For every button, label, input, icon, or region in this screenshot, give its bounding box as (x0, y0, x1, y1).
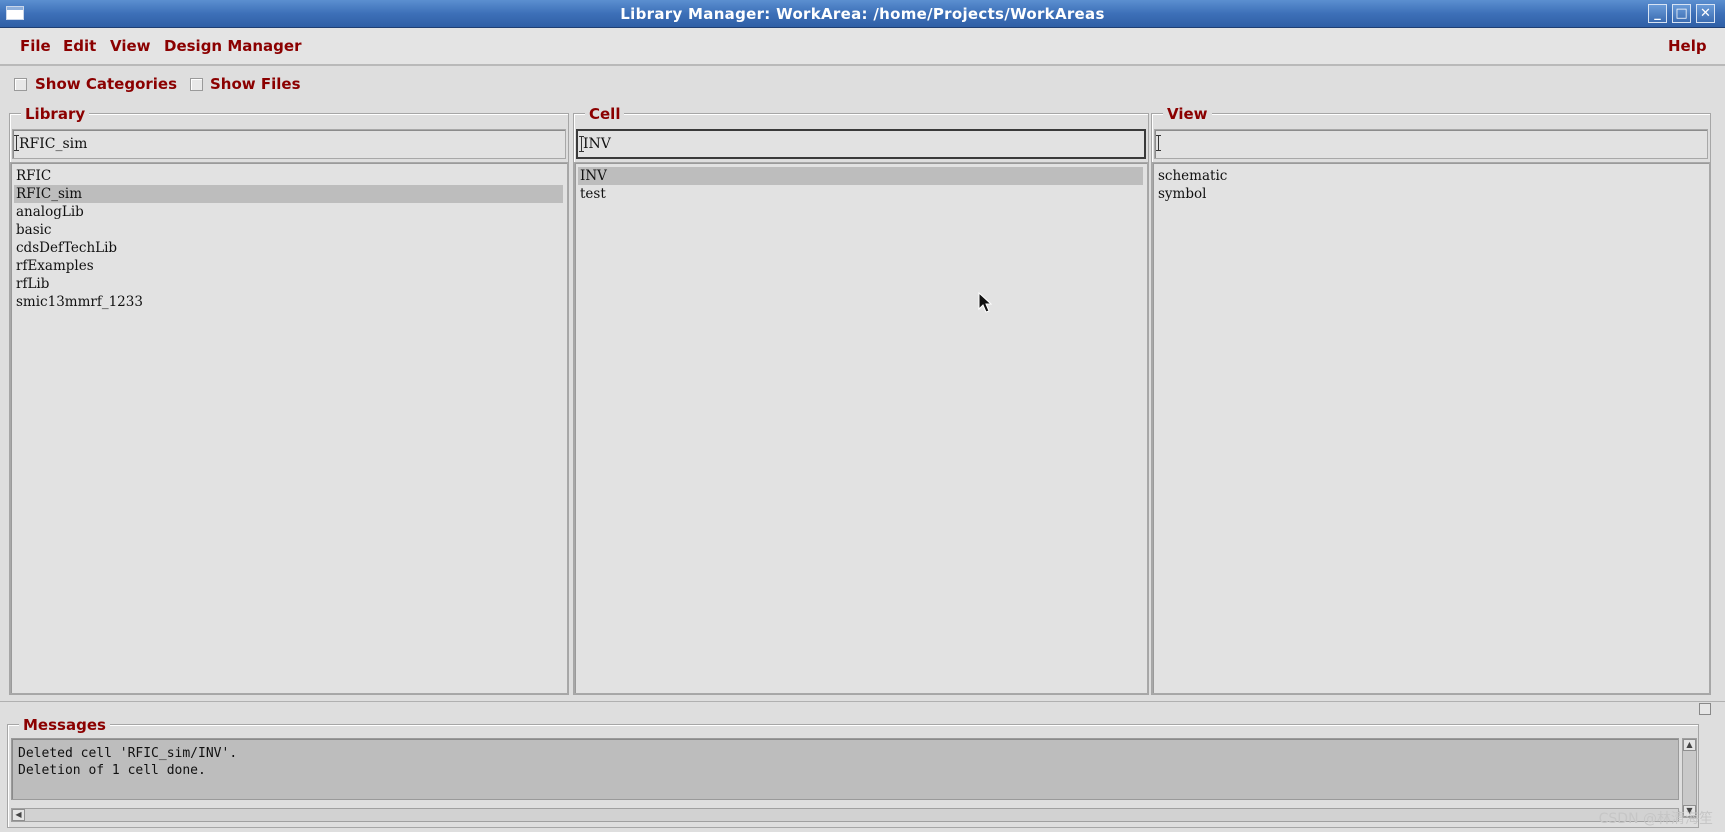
cell-pane: Cell INV INV test (573, 105, 1149, 695)
view-list-item[interactable]: symbol (1156, 185, 1705, 203)
menu-design-manager[interactable]: Design Manager (164, 37, 302, 55)
view-filter-input[interactable] (1154, 129, 1708, 159)
scroll-up-icon[interactable]: ▲ (1683, 739, 1696, 751)
view-list[interactable]: schematic symbol (1152, 162, 1710, 694)
cell-label: Cell (585, 105, 625, 123)
view-list-item[interactable]: schematic (1156, 167, 1705, 185)
library-list-item[interactable]: RFIC (14, 167, 563, 185)
text-cursor-icon (579, 136, 584, 152)
show-categories-label[interactable]: Show Categories (35, 75, 177, 93)
library-pane: Library RFIC_sim RFIC RFIC_sim analogLib ba… (9, 105, 569, 695)
menu-bar: File Edit View Design Manager Help (0, 28, 1725, 66)
scroll-left-icon[interactable]: ◀ (12, 809, 25, 821)
message-line: Deletion of 1 cell done. (18, 763, 206, 778)
messages-label: Messages (19, 716, 110, 734)
cell-list-item[interactable]: test (578, 185, 1143, 203)
messages-vertical-scrollbar[interactable]: ▲ ▼ (1682, 738, 1697, 818)
library-list-item[interactable]: RFIC_sim (14, 185, 563, 203)
library-list-item[interactable]: analogLib (14, 203, 563, 221)
text-cursor-icon (14, 135, 19, 151)
view-pane: View schematic symbol (1151, 105, 1711, 695)
show-categories-checkbox[interactable] (14, 78, 27, 91)
pane-splitter[interactable] (0, 701, 1725, 706)
maximize-button[interactable]: □ (1672, 4, 1691, 23)
cell-filter-input[interactable]: INV (576, 129, 1146, 159)
library-list-item[interactable]: rfLib (14, 275, 563, 293)
watermark: CSDN @林清海笙 (1598, 811, 1713, 827)
close-button[interactable]: ✕ (1696, 4, 1715, 23)
messages-horizontal-scrollbar[interactable]: ◀ (11, 808, 1679, 822)
minimize-button[interactable]: _ (1648, 4, 1667, 23)
cell-list-item[interactable]: INV (578, 167, 1143, 185)
library-list-item[interactable]: cdsDefTechLib (14, 239, 563, 257)
message-line: Deleted cell 'RFIC_sim/INV'. (18, 746, 238, 761)
library-filter-input[interactable]: RFIC_sim (12, 129, 566, 159)
menu-file[interactable]: File (20, 37, 51, 55)
messages-pane: Messages Deleted cell 'RFIC_sim/INV'. Del… (7, 716, 1699, 828)
library-label: Library (21, 105, 90, 123)
window-title: Library Manager: WorkArea: /home/Project… (620, 5, 1105, 23)
library-list-item[interactable]: basic (14, 221, 563, 239)
library-list-item[interactable]: rfExamples (14, 257, 563, 275)
cell-list[interactable]: INV test (574, 162, 1148, 694)
show-files-checkbox[interactable] (190, 78, 203, 91)
splitter-handle[interactable] (1699, 703, 1711, 715)
view-label: View (1163, 105, 1212, 123)
library-list-item[interactable]: smic13mmrf_1233 (14, 293, 563, 311)
menu-view[interactable]: View (110, 37, 151, 55)
library-list[interactable]: RFIC RFIC_sim analogLib basic cdsDefTechLib r… (10, 162, 568, 694)
menu-help[interactable]: Help (1668, 37, 1707, 55)
menu-edit[interactable]: Edit (63, 37, 96, 55)
show-files-label[interactable]: Show Files (210, 75, 301, 93)
cell-filter-value: INV (583, 136, 611, 152)
library-filter-value: RFIC_sim (19, 136, 88, 152)
messages-text-area[interactable]: Deleted cell 'RFIC_sim/INV'. Deletion of … (11, 738, 1679, 800)
mouse-pointer-icon (978, 292, 992, 313)
title-bar[interactable]: Library Manager: WorkArea: /home/Project… (0, 0, 1725, 28)
text-cursor-icon (1156, 135, 1161, 151)
